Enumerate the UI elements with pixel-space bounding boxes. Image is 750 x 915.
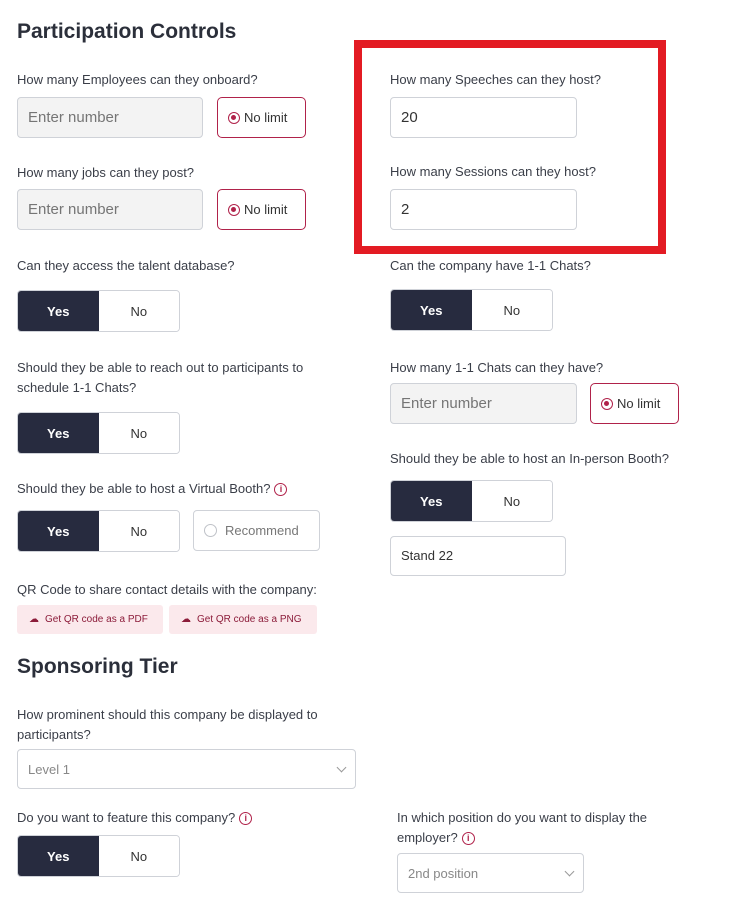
company-chats-question: Can the company have 1-1 Chats? xyxy=(390,258,591,273)
qr-png-button[interactable]: ☁ Get QR code as a PNG xyxy=(169,605,317,634)
prominence-select[interactable]: Level 1 xyxy=(17,749,356,789)
info-icon[interactable]: i xyxy=(274,483,288,497)
feature-question: Do you want to feature this company? i xyxy=(17,808,253,828)
virtual-booth-question-text: Should they be able to host a Virtual Bo… xyxy=(17,481,271,496)
participation-controls-title: Participation Controls xyxy=(17,20,237,43)
chats-count-question: How many 1-1 Chats can they have? xyxy=(390,360,604,375)
sessions-question: How many Sessions can they host? xyxy=(390,164,596,179)
qr-pdf-button[interactable]: ☁ Get QR code as a PDF xyxy=(17,605,163,634)
yes-option[interactable]: Yes xyxy=(18,291,99,331)
radio-unselected-icon xyxy=(204,524,217,537)
radio-selected-icon xyxy=(228,111,240,124)
company-chats-toggle: Yes No xyxy=(390,289,553,331)
radio-selected-icon xyxy=(228,203,240,216)
position-select[interactable]: 2nd position xyxy=(397,853,584,893)
jobs-input[interactable] xyxy=(17,189,203,230)
no-limit-label: No limit xyxy=(244,202,288,217)
qr-code-question: QR Code to share contact details with th… xyxy=(17,582,317,597)
inperson-booth-question: Should they be able to host an In-person… xyxy=(390,451,669,466)
reach-out-question-line1: Should they be able to reach out to part… xyxy=(17,360,304,375)
position-question-line2-wrap: employer? i xyxy=(397,828,647,848)
speeches-question: How many Speeches can they host? xyxy=(390,72,602,87)
prominence-question-line2: participants? xyxy=(17,727,91,742)
yes-option[interactable]: Yes xyxy=(18,511,99,551)
no-option[interactable]: No xyxy=(98,511,179,551)
yes-option[interactable]: Yes xyxy=(391,290,472,330)
no-limit-label: No limit xyxy=(244,110,288,125)
inperson-booth-toggle: Yes No xyxy=(390,480,553,522)
talent-database-question: Can they access the talent database? xyxy=(17,258,235,273)
jobs-no-limit-radio[interactable]: No limit xyxy=(217,189,306,230)
feature-question-text: Do you want to feature this company? xyxy=(17,810,236,825)
position-question-line1: In which position do you want to display… xyxy=(397,810,648,825)
prominence-question-line1: How prominent should this company be dis… xyxy=(17,707,318,722)
position-question: In which position do you want to display… xyxy=(397,808,647,848)
sessions-input[interactable]: 2 xyxy=(390,189,577,230)
position-value: 2nd position xyxy=(408,865,479,881)
chevron-down-icon xyxy=(336,762,347,773)
recommend-label: Recommend xyxy=(225,523,299,538)
yes-option[interactable]: Yes xyxy=(18,413,99,453)
reach-out-toggle: Yes No xyxy=(17,412,180,454)
recommend-radio[interactable]: Recommend xyxy=(193,510,320,551)
no-option[interactable]: No xyxy=(98,413,179,453)
stand-input[interactable]: Stand 22 xyxy=(390,536,566,576)
cloud-download-icon: ☁ xyxy=(29,614,39,625)
speeches-input[interactable]: 20 xyxy=(390,97,577,138)
position-question-line2: employer? xyxy=(397,830,458,845)
no-option[interactable]: No xyxy=(98,836,179,876)
virtual-booth-toggle: Yes No xyxy=(17,510,180,552)
chevron-down-icon xyxy=(564,866,575,877)
prominence-value: Level 1 xyxy=(28,761,70,777)
no-option[interactable]: No xyxy=(471,481,552,521)
yes-option[interactable]: Yes xyxy=(18,836,99,876)
radio-selected-icon xyxy=(601,397,613,410)
chats-no-limit-radio[interactable]: No limit xyxy=(590,383,679,424)
employees-no-limit-radio[interactable]: No limit xyxy=(217,97,306,138)
no-option[interactable]: No xyxy=(98,291,179,331)
qr-pdf-label: Get QR code as a PDF xyxy=(45,614,148,625)
feature-toggle: Yes No xyxy=(17,835,180,877)
info-icon[interactable]: i xyxy=(461,832,475,846)
talent-database-toggle: Yes No xyxy=(17,290,180,332)
employees-question: How many Employees can they onboard? xyxy=(17,72,258,87)
qr-png-label: Get QR code as a PNG xyxy=(197,614,302,625)
jobs-question: How many jobs can they post? xyxy=(17,165,195,180)
chats-count-input[interactable] xyxy=(390,383,577,424)
reach-out-question-line2: schedule 1-1 Chats? xyxy=(17,380,137,395)
prominence-question: How prominent should this company be dis… xyxy=(17,705,318,745)
yes-option[interactable]: Yes xyxy=(391,481,472,521)
virtual-booth-question: Should they be able to host a Virtual Bo… xyxy=(17,479,288,499)
no-option[interactable]: No xyxy=(471,290,552,330)
cloud-download-icon: ☁ xyxy=(181,614,191,625)
sponsoring-tier-title: Sponsoring Tier xyxy=(17,655,178,678)
reach-out-question: Should they be able to reach out to part… xyxy=(17,358,303,398)
employees-input[interactable] xyxy=(17,97,203,138)
info-icon[interactable]: i xyxy=(239,812,253,826)
no-limit-label: No limit xyxy=(617,396,661,411)
